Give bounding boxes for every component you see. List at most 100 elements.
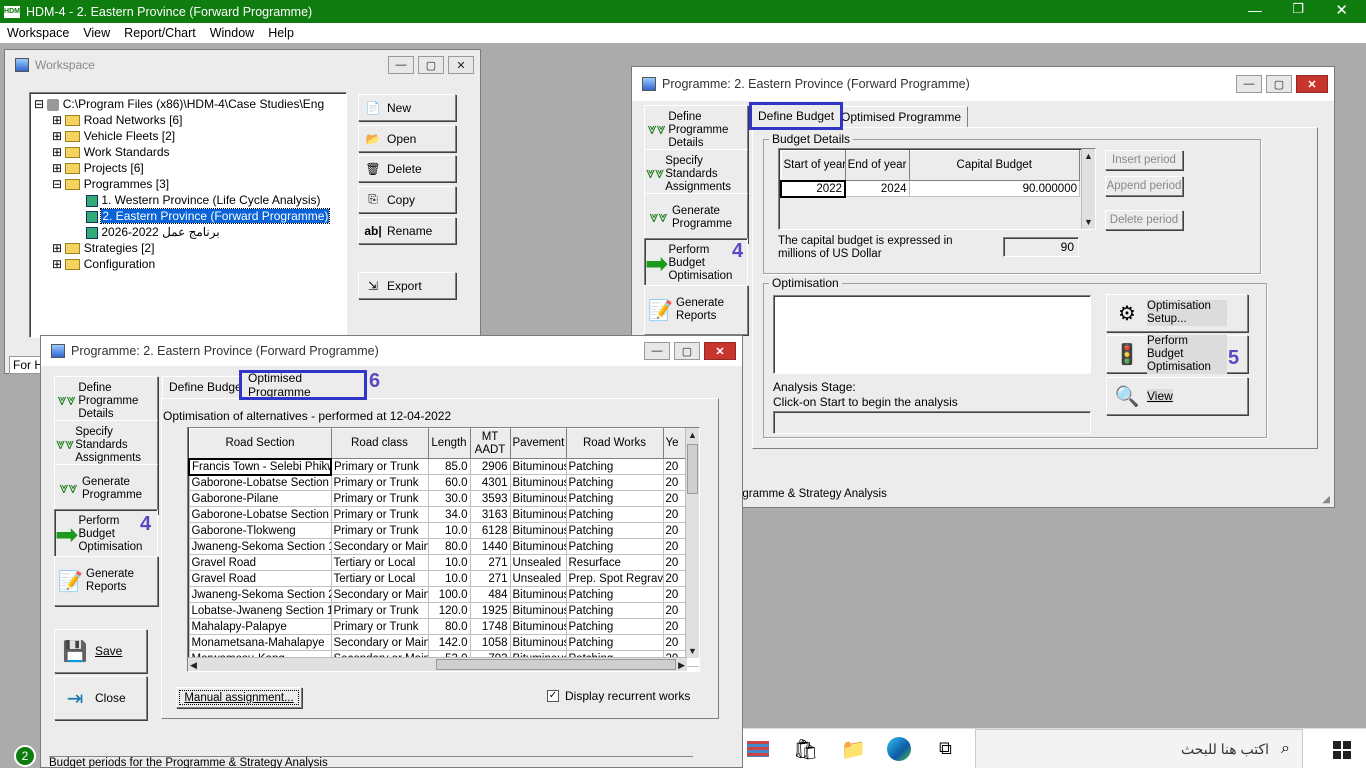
table-cell[interactable]: 100.0	[427, 586, 471, 603]
table-cell[interactable]: Bituminous	[509, 586, 567, 603]
table-cell[interactable]: Primary or Trunk	[330, 458, 429, 475]
table-cell[interactable]: Patching	[565, 522, 664, 539]
table-cell[interactable]: Resurface	[565, 554, 664, 571]
col-road-class[interactable]: Road class	[330, 428, 429, 459]
table-cell[interactable]: Jwaneng-Sekoma Section 1	[188, 538, 332, 555]
table-cell[interactable]: Patching	[565, 602, 664, 619]
table-cell[interactable]: 1748	[469, 618, 511, 635]
table-cell[interactable]: 10.0	[427, 570, 471, 587]
table-cell[interactable]: Bituminous	[509, 618, 567, 635]
table-cell[interactable]: Primary or Trunk	[330, 618, 429, 635]
menu-help[interactable]: Help	[268, 26, 294, 40]
table-cell[interactable]: Patching	[565, 458, 664, 475]
menu-window[interactable]: Window	[210, 26, 254, 40]
table-cell[interactable]: 30.0	[427, 490, 471, 507]
table-row[interactable]: Gaborone-Tlokweng Primary or Trunk 10.0 612…	[188, 522, 699, 539]
table-cell[interactable]: Patching	[565, 586, 664, 603]
table-cell[interactable]: Primary or Trunk	[330, 506, 429, 523]
manual-assignment-button[interactable]: Manual assignment...	[176, 687, 302, 708]
table-cell[interactable]: Bituminous	[509, 506, 567, 523]
table-cell[interactable]: 80.0	[427, 538, 471, 555]
minimize-icon[interactable]: —	[1236, 75, 1262, 93]
table-row[interactable]: Gaborone-Lobatse Section 1 Primary or Tru…	[188, 474, 699, 491]
table-cell[interactable]: 3593	[469, 490, 511, 507]
tree-programme[interactable]: 1. Western Province (Life Cycle Analysis…	[30, 192, 346, 208]
table-cell[interactable]: Patching	[565, 474, 664, 491]
minimize-icon[interactable]: —	[644, 342, 670, 360]
table-cell[interactable]: Gravel Road	[188, 570, 332, 587]
close-icon[interactable]: ✕	[704, 342, 736, 360]
table-cell[interactable]: Francis Town - Selebi Phikwe	[188, 457, 332, 476]
delete-period-button[interactable]: Delete period	[1105, 210, 1183, 230]
optimisation-setup-button[interactable]: ⚙ Optimisation Setup...	[1106, 294, 1248, 332]
table-cell[interactable]: 85.0	[427, 458, 471, 475]
append-period-button[interactable]: Append period	[1105, 176, 1183, 196]
cell-start[interactable]: 2022	[780, 179, 846, 198]
table-cell[interactable]: 34.0	[427, 506, 471, 523]
table-cell[interactable]: 80.0	[427, 618, 471, 635]
view-button[interactable]: 🔍 View	[1106, 377, 1248, 415]
table-cell[interactable]: Bituminous	[509, 458, 567, 475]
table-row[interactable]: Gravel Road Tertiary or Local 10.0 271 Unsea…	[188, 554, 699, 571]
taskbar-search-box[interactable]: اكتب هنا للبحث ⌕	[975, 729, 1303, 768]
maximize-icon[interactable]: ▢	[1266, 75, 1292, 93]
table-cell[interactable]: Gaborone-Tlokweng	[188, 522, 332, 539]
table-cell[interactable]: Patching	[565, 490, 664, 507]
table-row[interactable]: Francis Town - Selebi Phikwe Primary or T…	[188, 457, 699, 476]
specify-standards-tile[interactable]: ⩔⩔ Specify Standards Assignments	[54, 420, 158, 470]
generate-reports-tile[interactable]: 📝 Generate Reports	[54, 556, 158, 606]
table-cell[interactable]: 120.0	[427, 602, 471, 619]
table-cell[interactable]: Unsealed	[509, 554, 567, 571]
table-cell[interactable]: 271	[469, 554, 511, 571]
table-row[interactable]: Jwaneng-Sekoma Section 2 Secondary or Mai…	[188, 586, 699, 603]
table-cell[interactable]: 10.0	[427, 522, 471, 539]
tree-root[interactable]: ⊟ C:\Program Files (x86)\HDM-4\Case Stud…	[30, 96, 346, 112]
tree-node[interactable]: ⊞ Strategies [2]	[30, 240, 346, 256]
generate-programme-tile[interactable]: ⩔⩔ Generate Programme	[54, 464, 158, 514]
open-button[interactable]: 📂 Open	[358, 125, 456, 152]
table-cell[interactable]: Patching	[565, 634, 664, 651]
table-cell[interactable]: 3163	[469, 506, 511, 523]
table-cell[interactable]: Mahalapy-Palapye	[188, 618, 332, 635]
table-cell[interactable]: Bituminous	[509, 490, 567, 507]
new-button[interactable]: 📄 New	[358, 94, 456, 121]
table-cell[interactable]: 10.0	[427, 554, 471, 571]
table-cell[interactable]: Bituminous	[509, 474, 567, 491]
table-cell[interactable]: Patching	[565, 618, 664, 635]
table-cell[interactable]: 6128	[469, 522, 511, 539]
save-button[interactable]: 💾 Save	[54, 629, 147, 673]
table-cell[interactable]: Tertiary or Local	[330, 554, 429, 571]
table-cell[interactable]: Tertiary or Local	[330, 570, 429, 587]
app-taskbar-icon[interactable]	[747, 741, 769, 757]
cell-budget[interactable]: 90.000000	[908, 180, 1080, 197]
table-cell[interactable]: Jwaneng-Sekoma Section 2	[188, 586, 332, 603]
tree-node[interactable]: ⊞ Projects [6]	[30, 160, 346, 176]
task-view-icon[interactable]: ⧉	[939, 738, 952, 759]
table-cell[interactable]: Patching	[565, 538, 664, 555]
table-cell[interactable]: 4301	[469, 474, 511, 491]
tree-node[interactable]: ⊞ Work Standards	[30, 144, 346, 160]
table-row[interactable]: Gravel Road Tertiary or Local 10.0 271 Unsea…	[188, 570, 699, 587]
close-icon[interactable]: ✕	[448, 56, 474, 74]
tab-define-budget[interactable]: Define Budget	[162, 376, 253, 398]
restore-icon[interactable]: ❐	[1292, 1, 1304, 17]
grid-vertical-scrollbar[interactable]: ▲ ▼	[685, 428, 699, 658]
budget-scrollbar[interactable]: ▲ ▼	[1081, 149, 1095, 229]
file-explorer-icon[interactable]: 📁	[841, 737, 866, 762]
table-row[interactable]: Gaborone-Pilane Primary or Trunk 30.0 3593 B…	[188, 490, 699, 507]
table-cell[interactable]: Primary or Trunk	[330, 490, 429, 507]
tree-node[interactable]: ⊞ Vehicle Fleets [2]	[30, 128, 346, 144]
minimize-icon[interactable]: —	[388, 56, 414, 74]
table-cell[interactable]: Bituminous	[509, 634, 567, 651]
table-cell[interactable]: Patching	[565, 506, 664, 523]
close-icon[interactable]: ✕	[1296, 75, 1328, 93]
table-cell[interactable]: 1440	[469, 538, 511, 555]
table-cell[interactable]: Unsealed	[509, 570, 567, 587]
col-pavement[interactable]: Pavement	[509, 428, 567, 459]
define-details-tile[interactable]: ⩔⩔ Define Programme Details	[54, 376, 158, 426]
table-cell[interactable]: Gaborone-Pilane	[188, 490, 332, 507]
insert-period-button[interactable]: Insert period	[1105, 150, 1183, 170]
maximize-icon[interactable]: ▢	[418, 56, 444, 74]
taskbar-left-badge[interactable]: 2	[14, 745, 36, 767]
table-cell[interactable]: 1058	[469, 634, 511, 651]
